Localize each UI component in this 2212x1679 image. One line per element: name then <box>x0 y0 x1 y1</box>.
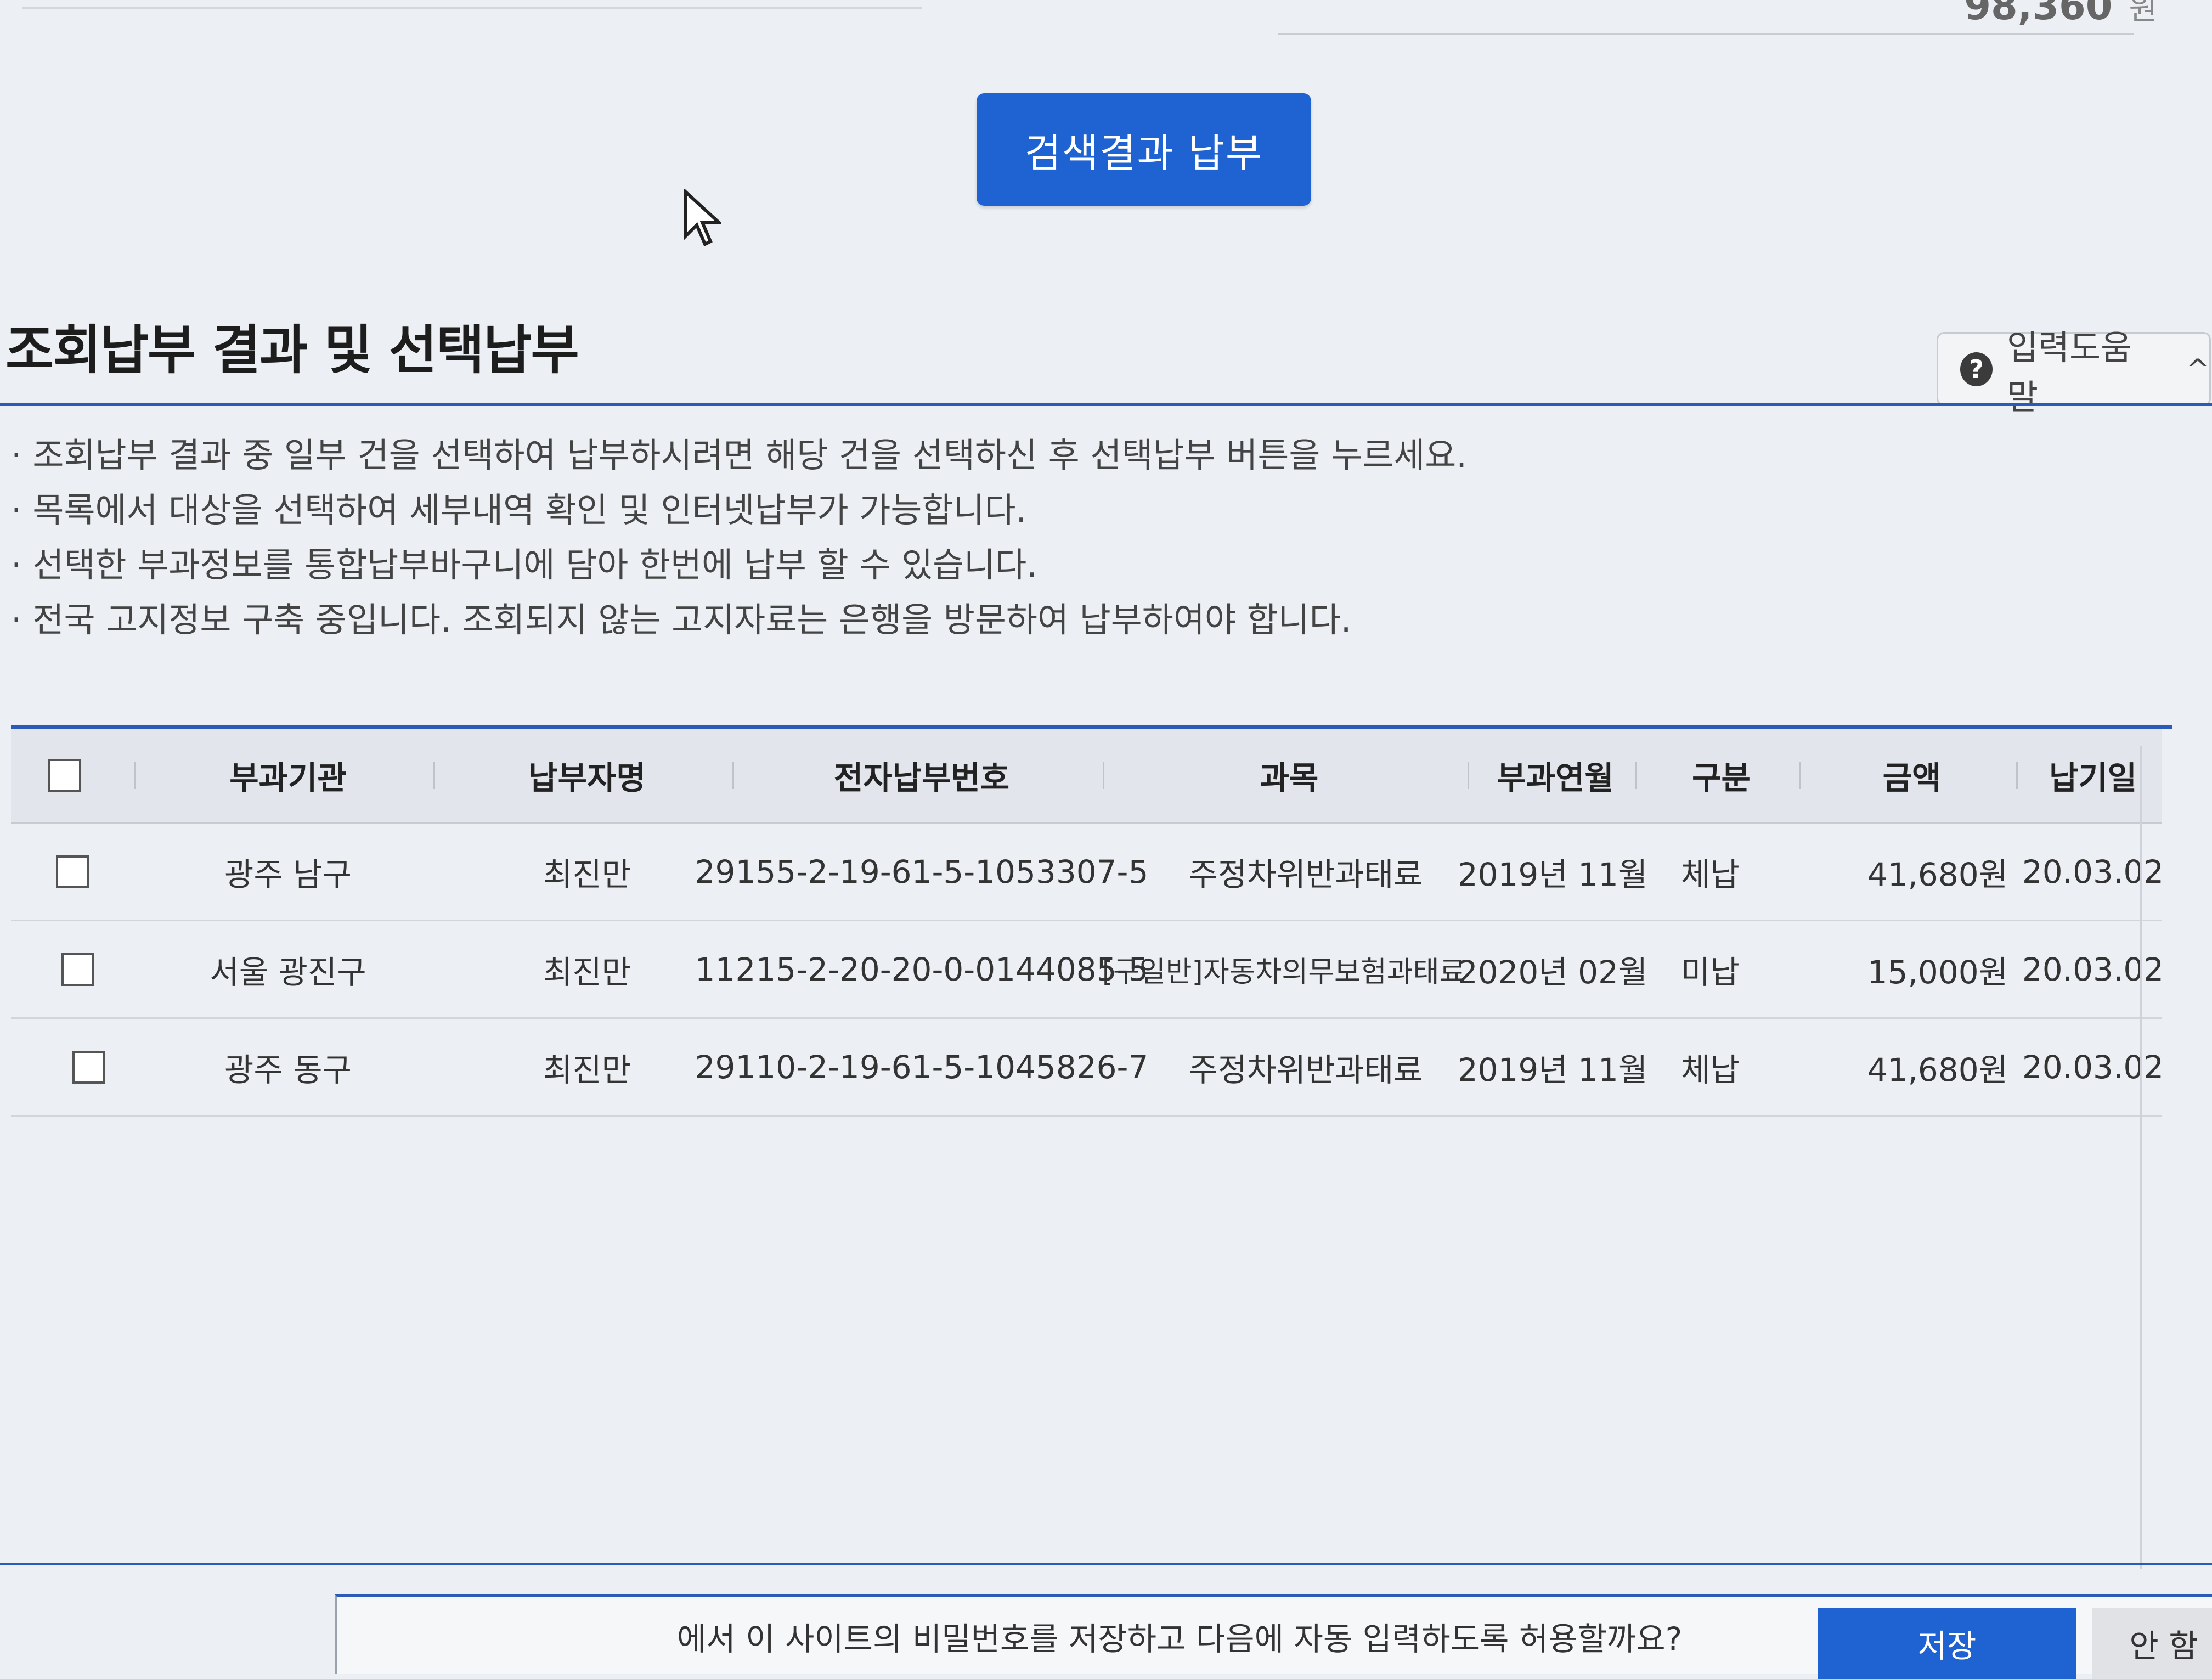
cell-agency: 광주 남구 <box>224 855 352 893</box>
select-all-checkbox[interactable] <box>48 759 81 792</box>
cell-billing-month: 2019년 11월 <box>1457 1051 1648 1089</box>
column-separator <box>732 762 734 789</box>
save-password-button[interactable]: 저장 <box>1818 1608 2076 1679</box>
page-bottom-rule <box>0 1563 2212 1565</box>
column-separator <box>1799 762 1801 789</box>
notice-list: 조회납부 결과 중 일부 건을 선택하여 납부하시려면 해당 건을 선택하신 후… <box>11 428 1467 647</box>
cell-item: [구일반]자동차의무보험과태료 <box>1102 956 1466 989</box>
password-prompt-text: 에서 이 사이트의 비밀번호를 저장하고 다음에 자동 입력하도록 허용할까요? <box>677 1620 1683 1658</box>
section-title: 조회납부 결과 및 선택납부 <box>5 319 579 381</box>
header-agency: 부과기관 <box>229 759 347 797</box>
table-row[interactable]: 광주 동구 최진만 29110-2-19-61-5-1045826-7 주정차위… <box>11 1019 2164 1117</box>
password-save-prompt: 에서 이 사이트의 비밀번호를 저장하고 다음에 자동 입력하도록 허용할까요?… <box>335 1594 2212 1679</box>
table-header: 부과기관 납부자명 전자납부번호 과목 부과연월 구분 금액 납기일 <box>11 729 2162 824</box>
notice-item: 목록에서 대상을 선택하여 세부내역 확인 및 인터넷납부가 가능합니다. <box>11 483 1467 538</box>
cell-billing-month: 2019년 11월 <box>1457 855 1648 893</box>
cell-payer-name: 최진만 <box>543 855 631 893</box>
row-checkbox[interactable] <box>56 855 89 888</box>
cell-type: 체납 <box>1681 855 1740 893</box>
column-separator <box>1468 762 1469 789</box>
row-checkbox[interactable] <box>61 953 94 986</box>
column-separator <box>1103 762 1104 789</box>
cell-item: 주정차위반과태료 <box>1188 1051 1423 1089</box>
table-row[interactable]: 서울 광진구 최진만 11215-2-20-20-0-0144085-5 [구일… <box>11 921 2164 1019</box>
cell-type: 체납 <box>1681 1051 1740 1089</box>
search-result-pay-button[interactable]: 검색결과 납부 <box>977 93 1311 206</box>
section-divider <box>0 403 2212 406</box>
cell-amount: 15,000원 <box>1867 953 2008 991</box>
cell-amount: 41,680원 <box>1867 1051 2008 1089</box>
total-amount-unit: 원 <box>2129 0 2157 27</box>
cell-item: 주정차위반과태료 <box>1188 855 1423 893</box>
header-item: 과목 <box>1260 759 1319 797</box>
cell-billing-month: 2020년 02월 <box>1457 953 1648 991</box>
cell-epay-number: 29155-2-19-61-5-1053307-5 <box>695 853 1149 891</box>
header-amount: 금액 <box>1882 759 1942 797</box>
cell-payer-name: 최진만 <box>543 953 631 991</box>
cell-payer-name: 최진만 <box>543 1051 631 1089</box>
cell-agency: 서울 광진구 <box>210 953 366 991</box>
total-amount: 98,360 원 <box>1964 0 2157 29</box>
header-payer-name: 납부자명 <box>528 759 646 797</box>
cell-agency: 광주 동구 <box>224 1051 352 1089</box>
header-billing-month: 부과연월 <box>1497 759 1614 797</box>
input-help-button[interactable]: ? 입력도움말 ^ <box>1937 328 2211 417</box>
column-separator <box>2016 762 2018 789</box>
never-save-button[interactable]: 안 함 <box>2092 1608 2212 1679</box>
cell-epay-number: 29110-2-19-61-5-1045826-7 <box>695 1048 1149 1086</box>
column-separator <box>433 762 435 789</box>
notice-item: 조회납부 결과 중 일부 건을 선택하여 납부하시려면 해당 건을 선택하신 후… <box>11 428 1467 483</box>
mouse-cursor-icon <box>684 189 721 247</box>
cell-type: 미납 <box>1681 953 1740 991</box>
top-divider-right <box>1278 33 2134 35</box>
header-type: 구분 <box>1692 759 1751 797</box>
cell-epay-number: 11215-2-20-20-0-0144085-5 <box>695 950 1149 988</box>
table-row[interactable]: 광주 남구 최진만 29155-2-19-61-5-1053307-5 주정차위… <box>11 824 2164 921</box>
column-separator <box>134 762 136 789</box>
notice-item: 선택한 부과정보를 통합납부바구니에 담아 한번에 납부 할 수 있습니다. <box>11 538 1467 593</box>
chevron-up-icon: ^ <box>2186 353 2209 385</box>
header-epay-number: 전자납부번호 <box>833 759 1010 797</box>
content-right-border <box>2140 746 2142 1569</box>
cell-amount: 41,680원 <box>1867 855 2008 893</box>
total-amount-value: 98,360 <box>1964 0 2113 29</box>
notice-item: 전국 고지정보 구축 중입니다. 조회되지 않는 고지자료는 은행을 방문하여 … <box>11 593 1467 647</box>
row-checkbox[interactable] <box>72 1051 105 1084</box>
top-divider-left <box>22 7 922 9</box>
column-separator <box>1635 762 1637 789</box>
question-icon: ? <box>1960 352 1993 386</box>
